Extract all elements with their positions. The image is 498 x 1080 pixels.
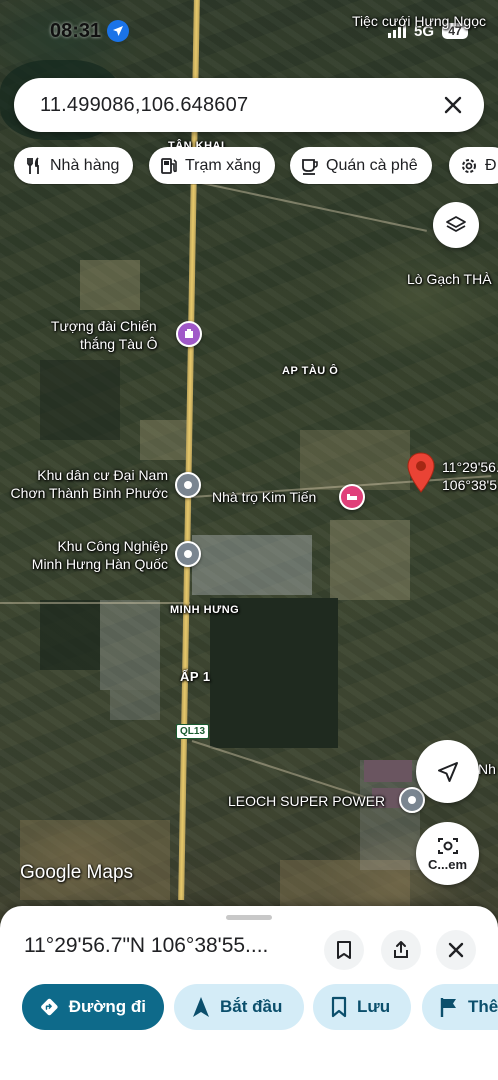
bookmark-icon — [331, 996, 347, 1018]
sheet-drag-handle[interactable] — [226, 915, 272, 920]
map-terrain — [330, 520, 410, 600]
label-button[interactable]: Thê — [422, 984, 498, 1030]
map-forest-plot — [210, 598, 338, 748]
label-line: Khu dân cư Đại Nam — [37, 467, 168, 483]
lens-button[interactable]: C...em — [416, 822, 479, 885]
map-label-leoch: LEOCH SUPER POWER — [228, 793, 386, 809]
location-arrow-icon — [107, 20, 130, 42]
map-road — [0, 602, 190, 604]
flag-icon — [440, 998, 456, 1017]
close-icon — [444, 96, 462, 114]
chip-label: Nhà hàng — [50, 156, 120, 174]
navigation-icon — [193, 997, 209, 1017]
map-label-ap-tau-o: AP TÀU Ô — [282, 365, 339, 377]
start-button[interactable]: Bắt đầu — [174, 984, 304, 1030]
map-industrial-area — [110, 690, 160, 720]
camera-lens-icon — [437, 838, 458, 854]
chip-more[interactable]: Đ — [449, 147, 498, 184]
monument-pin-icon[interactable] — [176, 321, 202, 347]
map-forest-plot — [40, 600, 100, 670]
map-label-khu-dan-cu: Khu dân cư Đại Nam Chơn Thành Bình Phước — [11, 466, 168, 502]
coffee-icon — [302, 158, 318, 175]
chip-coffee[interactable]: Quán cà phê — [290, 147, 432, 184]
place-bottom-sheet[interactable]: 11°29'56.7"N 106°38'55.... Đường đi Bắt … — [0, 906, 498, 1080]
chip-label: Quán cà phê — [326, 156, 418, 174]
chip-label: Đ — [485, 156, 497, 174]
map-label-nha-tro: Nhà trọ Kim Tiến — [212, 489, 317, 505]
action-buttons-row: Đường đi Bắt đầu Lưu Thê — [22, 984, 498, 1032]
label-line: thắng Tàu Ô — [80, 336, 158, 352]
label-line: Minh Hưng Hàn Quốc — [31, 556, 168, 572]
map-terrain — [140, 420, 190, 460]
chip-label: Trạm xăng — [185, 156, 261, 174]
save-label: Lưu — [357, 997, 391, 1016]
route-badge-ql13: QL13 — [176, 724, 210, 739]
label-line: 11°29'56. — [442, 459, 498, 475]
map-label-khu-cong-nghiep: Khu Công Nghiệp Minh Hưng Hàn Quốc — [32, 537, 168, 573]
search-input[interactable]: 11.499086,106.648607 — [40, 94, 438, 117]
label-line: 106°38'5 — [442, 477, 497, 493]
google-maps-logo: Google Maps — [20, 862, 134, 883]
place-title: 11°29'56.7"N 106°38'55.... — [24, 934, 269, 957]
category-chips: Nhà hàng Trạm xăng Quán cà phê Đ — [14, 147, 498, 185]
start-label: Bắt đầu — [220, 997, 283, 1016]
close-search-button[interactable] — [438, 90, 468, 120]
map-label-ap-1: ẤP 1 — [180, 669, 211, 684]
directions-icon — [41, 998, 58, 1016]
dropped-pin-marker-icon[interactable] — [406, 452, 436, 496]
settings-icon — [462, 158, 476, 173]
directions-button[interactable]: Đường đi — [22, 984, 164, 1030]
my-location-button[interactable] — [416, 740, 479, 803]
map-road — [191, 180, 427, 232]
navigation-arrow-icon — [437, 761, 458, 782]
layers-icon — [446, 216, 466, 232]
map-industrial-area — [192, 535, 312, 595]
map-label-lo-gach: Lò Gạch THÀ — [407, 271, 492, 287]
layers-button[interactable] — [433, 202, 479, 248]
share-icon — [394, 941, 408, 958]
map-forest-plot — [40, 360, 120, 440]
lens-label: C...em — [427, 857, 467, 872]
chip-restaurants[interactable]: Nhà hàng — [14, 147, 134, 184]
close-icon — [448, 942, 464, 958]
label-line: Tượng đài Chiến — [50, 318, 157, 334]
close-sheet-button[interactable] — [436, 930, 476, 970]
map-pond — [364, 760, 412, 782]
label-line: Chơn Thành Bình Phước — [10, 485, 168, 501]
map-label-tuong-dai: Tượng đài Chiến thắng Tàu Ô — [50, 317, 158, 353]
map-terrain — [20, 820, 170, 900]
place-pin-icon[interactable] — [175, 472, 201, 498]
map-terrain — [80, 260, 140, 310]
status-bar: 08:31 5G 47 — [0, 0, 498, 62]
search-bar[interactable]: 11.499086,106.648607 — [14, 78, 484, 132]
chip-gas-stations[interactable]: Trạm xăng — [149, 147, 275, 184]
place-pin-icon[interactable] — [175, 541, 201, 567]
place-pin-icon[interactable] — [399, 787, 425, 813]
map-label-tiec-cuoi: Tiệc cưới Hưng Ngọc — [352, 13, 486, 29]
directions-label: Đường đi — [68, 997, 146, 1016]
marker-coordinate-label: 11°29'56. 106°38'5 — [442, 458, 498, 494]
save-icon-button[interactable] — [324, 930, 364, 970]
hotel-pin-icon[interactable] — [339, 484, 365, 510]
map-industrial-area — [100, 600, 160, 690]
gas-station-icon — [161, 157, 177, 174]
label-label: Thê — [468, 997, 498, 1016]
bookmark-icon — [337, 941, 351, 959]
save-button[interactable]: Lưu — [313, 984, 411, 1030]
label-line: Khu Công Nghiệp — [57, 538, 168, 554]
share-button[interactable] — [381, 930, 421, 970]
restaurant-icon — [27, 156, 39, 174]
status-time: 08:31 — [50, 19, 102, 42]
map-label-nh: Nh — [478, 761, 496, 777]
map-label-minh-hung: MINH HƯNG — [170, 604, 240, 616]
